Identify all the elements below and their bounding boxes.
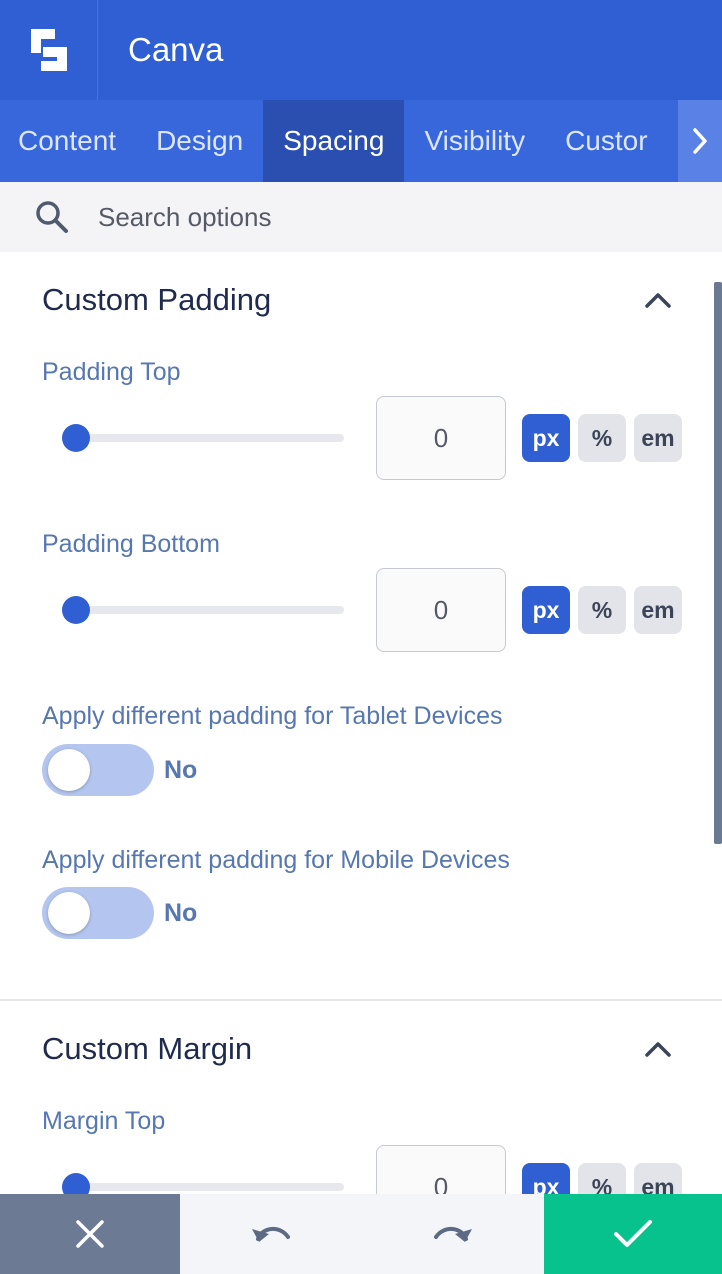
margin-top-input[interactable] — [376, 1145, 506, 1194]
section-title-custom-margin: Custom Margin — [42, 1031, 253, 1066]
padding-top-input[interactable] — [376, 396, 506, 480]
chevron-right-icon — [693, 128, 707, 154]
toggle-knob — [48, 892, 90, 934]
toggle-knob — [48, 749, 90, 791]
app-header: Canva — [0, 0, 722, 100]
tab-spacing[interactable]: Spacing — [263, 100, 405, 182]
padding-bottom-unit-px[interactable]: px — [522, 586, 570, 634]
redo-icon — [434, 1227, 472, 1242]
padding-top-unit-em[interactable]: em — [634, 414, 682, 462]
tab-custom[interactable]: Custor — [545, 100, 667, 182]
options-panel: Custom Padding Padding Top px % em Paddi… — [0, 252, 722, 1194]
padding-bottom-unit-percent[interactable]: % — [578, 586, 626, 634]
builder-logo-icon — [0, 0, 98, 100]
close-icon — [76, 1220, 104, 1248]
padding-top-slider-thumb[interactable] — [62, 424, 90, 452]
scrollbar[interactable] — [714, 282, 722, 844]
section-divider — [0, 999, 722, 1001]
margin-top-unit-em[interactable]: em — [634, 1163, 682, 1194]
padding-bottom-label: Padding Bottom — [42, 530, 220, 558]
padding-top-label: Padding Top — [42, 358, 181, 386]
padding-bottom-slider-thumb[interactable] — [62, 596, 90, 624]
search-bar — [0, 182, 722, 252]
action-footer — [0, 1194, 722, 1274]
margin-top-label: Margin Top — [42, 1107, 166, 1135]
app-title: Canva — [128, 31, 224, 68]
mobile-padding-toggle-state: No — [164, 899, 198, 927]
check-icon — [614, 1220, 652, 1247]
search-input[interactable] — [98, 201, 658, 233]
margin-top-unit-percent[interactable]: % — [578, 1163, 626, 1194]
padding-top-slider-track[interactable] — [62, 434, 344, 442]
discard-button[interactable] — [0, 1194, 180, 1274]
tab-content[interactable]: Content — [0, 100, 136, 182]
margin-top-slider-thumb[interactable] — [62, 1173, 90, 1194]
padding-top-unit-percent[interactable]: % — [578, 414, 626, 462]
tablet-padding-toggle[interactable] — [42, 744, 154, 796]
tab-visibility[interactable]: Visibility — [404, 100, 545, 182]
chevron-up-icon[interactable] — [644, 290, 672, 310]
tab-bar: Content Design Spacing Visibility Custor — [0, 100, 722, 182]
section-title-custom-padding: Custom Padding — [42, 282, 272, 317]
padding-bottom-input[interactable] — [376, 568, 506, 652]
margin-top-slider-track[interactable] — [62, 1183, 344, 1191]
padding-top-unit-px[interactable]: px — [522, 414, 570, 462]
chevron-up-icon[interactable] — [644, 1039, 672, 1059]
mobile-padding-toggle[interactable] — [42, 887, 154, 939]
tabs-next-button[interactable] — [678, 100, 722, 182]
tablet-padding-label: Apply different padding for Tablet Devic… — [42, 702, 503, 730]
search-icon — [36, 201, 68, 233]
tab-design[interactable]: Design — [136, 100, 263, 182]
redo-button[interactable] — [362, 1194, 544, 1274]
mobile-padding-label: Apply different padding for Mobile Devic… — [42, 846, 510, 874]
padding-bottom-unit-em[interactable]: em — [634, 586, 682, 634]
margin-top-unit-px[interactable]: px — [522, 1163, 570, 1194]
save-button[interactable] — [544, 1194, 722, 1274]
undo-icon — [252, 1227, 290, 1242]
padding-bottom-slider-track[interactable] — [62, 606, 344, 614]
tablet-padding-toggle-state: No — [164, 756, 198, 784]
undo-button[interactable] — [180, 1194, 362, 1274]
